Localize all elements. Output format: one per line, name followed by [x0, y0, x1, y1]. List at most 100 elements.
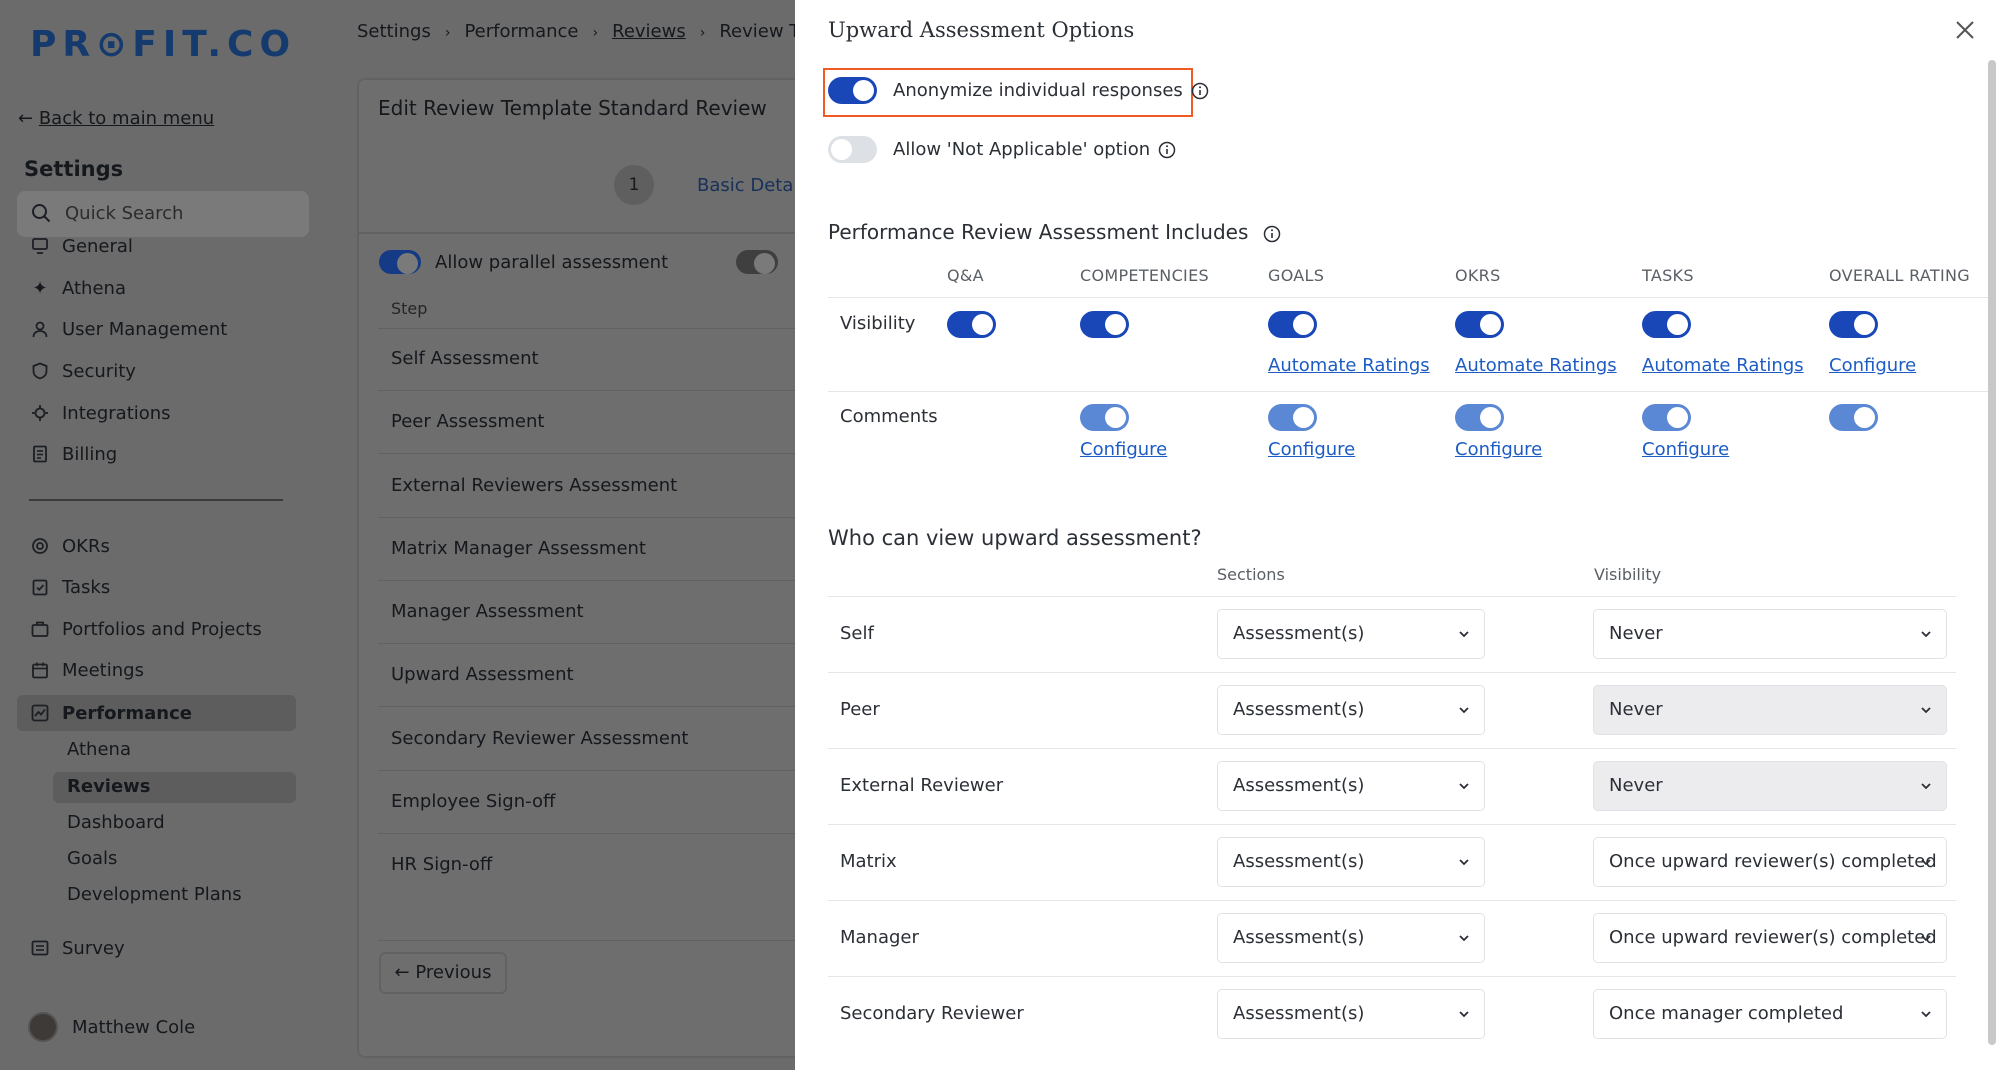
- step-row-self[interactable]: Self Assessment: [391, 348, 811, 369]
- profit-logo: PR⊙FIT.CO: [30, 24, 297, 65]
- configure-okrs-link[interactable]: Configure: [1455, 439, 1542, 460]
- row-divider: [378, 833, 818, 834]
- performance-chart-icon: [30, 703, 50, 723]
- panel-scrollbar[interactable]: [1988, 60, 1996, 1045]
- sidebar-item-portfolios[interactable]: Portfolios and Projects: [30, 616, 262, 642]
- visibility-toggle-competencies[interactable]: [1080, 311, 1129, 338]
- comments-toggle-tasks[interactable]: [1642, 404, 1691, 431]
- clipboard-check-icon: [30, 577, 50, 597]
- sidebar-divider: [29, 499, 283, 501]
- sidebar-item-tasks[interactable]: Tasks: [30, 574, 110, 600]
- viewer-role-secondary-reviewer: Secondary Reviewer: [840, 1003, 1024, 1024]
- step-row-secondary-reviewer[interactable]: Secondary Reviewer Assessment: [391, 728, 811, 749]
- visibility-select-self[interactable]: Never: [1593, 609, 1947, 659]
- comments-toggle-goals[interactable]: [1268, 404, 1317, 431]
- row-divider: [378, 453, 818, 454]
- calendar-icon: [30, 660, 50, 680]
- info-icon[interactable]: [1263, 225, 1281, 243]
- info-icon[interactable]: [1191, 82, 1209, 100]
- comments-toggle-competencies[interactable]: [1080, 404, 1129, 431]
- section-select-manager[interactable]: Assessment(s): [1217, 913, 1485, 963]
- edit-template-card: Edit Review Template Standard Review 1 Ba…: [357, 78, 818, 1058]
- visibility-select-manager[interactable]: Once upward reviewer(s) completed: [1593, 913, 1947, 963]
- includes-heading-text: Performance Review Assessment Includes: [828, 220, 1249, 244]
- sidebar-subitem-goals[interactable]: Goals: [67, 848, 117, 869]
- back-to-main-menu-link[interactable]: ← Back to main menu: [18, 108, 214, 129]
- step-row-peer[interactable]: Peer Assessment: [391, 411, 811, 432]
- configure-tasks-link[interactable]: Configure: [1642, 439, 1729, 460]
- sidebar-item-meetings[interactable]: Meetings: [30, 657, 144, 683]
- previous-button[interactable]: ← Previous: [379, 952, 507, 994]
- survey-icon: [30, 938, 50, 958]
- parallel-assessment-label: Allow parallel assessment: [435, 252, 669, 273]
- sidebar-subitem-dashboard[interactable]: Dashboard: [67, 812, 165, 833]
- quick-search-input[interactable]: Quick Search: [17, 191, 309, 237]
- visibility-select-external-reviewer[interactable]: Never: [1593, 761, 1947, 811]
- automate-ratings-okrs-link[interactable]: Automate Ratings: [1455, 355, 1617, 376]
- step-row-manager[interactable]: Manager Assessment: [391, 601, 811, 622]
- sidebar-item-label: Meetings: [62, 659, 144, 681]
- row-divider: [378, 643, 818, 644]
- chevron-down-icon: [1459, 707, 1469, 714]
- section-select-secondary-reviewer[interactable]: Assessment(s): [1217, 989, 1485, 1039]
- visibility-select-matrix[interactable]: Once upward reviewer(s) completed: [1593, 837, 1947, 887]
- sections-column-header: Sections: [1217, 565, 1285, 584]
- visibility-toggle-qa[interactable]: [947, 311, 996, 338]
- not-applicable-toggle[interactable]: [828, 136, 877, 163]
- sidebar-item-performance[interactable]: Performance: [30, 700, 192, 726]
- sidebar-subitem-development-plans[interactable]: Development Plans: [67, 884, 242, 905]
- automate-ratings-tasks-link[interactable]: Automate Ratings: [1642, 355, 1804, 376]
- sidebar-item-athena[interactable]: ✦ Athena: [30, 275, 126, 301]
- who-can-view-heading: Who can view upward assessment?: [828, 526, 1202, 550]
- step-row-upward[interactable]: Upward Assessment: [391, 664, 811, 685]
- step-row-hr-signoff[interactable]: HR Sign-off: [391, 854, 811, 875]
- breadcrumb-reviews[interactable]: Reviews: [612, 21, 686, 42]
- configure-goals-link[interactable]: Configure: [1268, 439, 1355, 460]
- breadcrumb-performance[interactable]: Performance: [464, 21, 578, 42]
- comments-toggle-okrs[interactable]: [1455, 404, 1504, 431]
- sidebar-item-label: Portfolios and Projects: [62, 618, 262, 640]
- chevron-right-icon: ›: [699, 25, 706, 41]
- page-title: Edit Review Template Standard Review: [378, 96, 767, 120]
- select-value: Assessment(s): [1233, 699, 1365, 720]
- chevron-down-icon: [1459, 631, 1469, 638]
- step-number-badge[interactable]: 1: [614, 165, 654, 205]
- visibility-toggle-overall-rating[interactable]: [1829, 311, 1878, 338]
- configure-competencies-link[interactable]: Configure: [1080, 439, 1167, 460]
- visibility-select-secondary-reviewer[interactable]: Once manager completed: [1593, 989, 1947, 1039]
- section-select-peer[interactable]: Assessment(s): [1217, 685, 1485, 735]
- sidebar-item-billing[interactable]: Billing: [30, 441, 117, 467]
- sidebar-subitem-reviews[interactable]: Reviews: [67, 776, 151, 797]
- step-row-employee-signoff[interactable]: Employee Sign-off: [391, 791, 811, 812]
- info-icon[interactable]: [1158, 141, 1176, 159]
- configure-overall-rating-link[interactable]: Configure: [1829, 355, 1916, 376]
- anonymize-toggle[interactable]: [828, 77, 877, 104]
- viewer-role-manager: Manager: [840, 927, 919, 948]
- sidebar-item-label: Tasks: [62, 576, 111, 598]
- step-row-matrix-manager[interactable]: Matrix Manager Assessment: [391, 538, 811, 559]
- visibility-toggle-okrs[interactable]: [1455, 311, 1504, 338]
- secondary-toggle[interactable]: [736, 250, 778, 278]
- section-select-self[interactable]: Assessment(s): [1217, 609, 1485, 659]
- visibility-toggle-goals[interactable]: [1268, 311, 1317, 338]
- sidebar-item-user-management[interactable]: User Management: [30, 316, 227, 342]
- automate-ratings-goals-link[interactable]: Automate Ratings: [1268, 355, 1430, 376]
- sidebar-item-integrations[interactable]: Integrations: [30, 400, 171, 426]
- breadcrumb-settings[interactable]: Settings: [357, 21, 431, 42]
- step-row-external[interactable]: External Reviewers Assessment: [391, 475, 811, 496]
- visibility-select-peer[interactable]: Never: [1593, 685, 1947, 735]
- sidebar-subitem-athena[interactable]: Athena: [67, 739, 131, 760]
- sidebar-item-survey[interactable]: Survey: [30, 935, 125, 961]
- parallel-assessment-toggle[interactable]: [379, 250, 421, 278]
- section-select-external-reviewer[interactable]: Assessment(s): [1217, 761, 1485, 811]
- sidebar-item-general[interactable]: General: [30, 233, 133, 259]
- sidebar-item-security[interactable]: Security: [30, 358, 136, 384]
- visibility-toggle-tasks[interactable]: [1642, 311, 1691, 338]
- sidebar-item-okrs[interactable]: OKRs: [30, 533, 110, 559]
- row-divider: [828, 672, 1956, 673]
- comments-toggle-overall-rating[interactable]: [1829, 404, 1878, 431]
- row-divider: [378, 390, 818, 391]
- close-icon[interactable]: [1953, 18, 1977, 42]
- section-select-matrix[interactable]: Assessment(s): [1217, 837, 1485, 887]
- user-profile[interactable]: Matthew Cole: [28, 1012, 195, 1042]
